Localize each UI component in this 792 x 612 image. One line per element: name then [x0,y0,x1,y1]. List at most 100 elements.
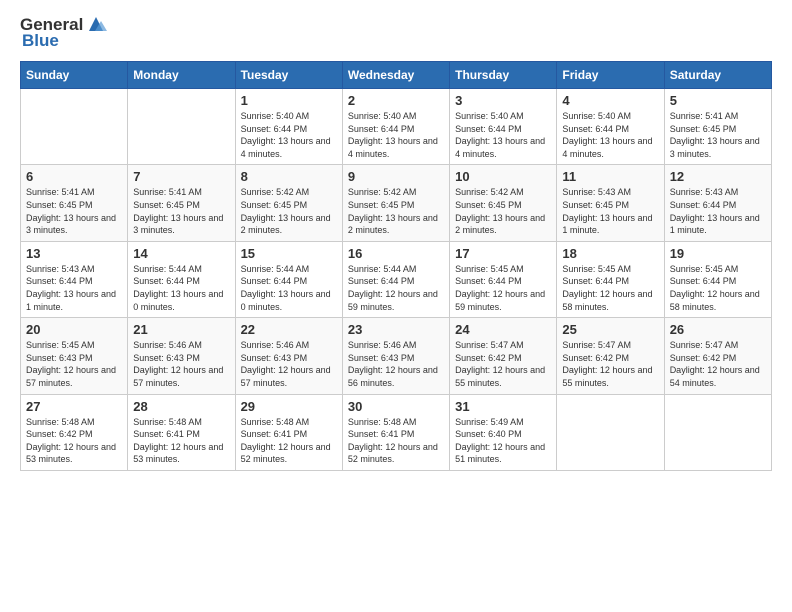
calendar-cell: 13 Sunrise: 5:43 AM Sunset: 6:44 PM Dayli… [21,241,128,317]
day-number: 30 [348,399,444,414]
calendar-cell: 15 Sunrise: 5:44 AM Sunset: 6:44 PM Dayli… [235,241,342,317]
day-info: Sunrise: 5:48 AM Sunset: 6:41 PM Dayligh… [241,416,337,466]
calendar-cell: 22 Sunrise: 5:46 AM Sunset: 6:43 PM Dayli… [235,318,342,394]
day-info: Sunrise: 5:43 AM Sunset: 6:45 PM Dayligh… [562,186,658,236]
day-info: Sunrise: 5:49 AM Sunset: 6:40 PM Dayligh… [455,416,551,466]
weekday-header: Thursday [450,62,557,89]
calendar-cell: 12Sunrise: 5:43 AM Sunset: 6:44 PM Dayli… [664,165,771,241]
day-info: Sunrise: 5:46 AM Sunset: 6:43 PM Dayligh… [241,339,337,389]
weekday-header: Saturday [664,62,771,89]
logo-blue: Blue [22,31,59,51]
day-number: 16 [348,246,444,261]
day-info: Sunrise: 5:41 AM Sunset: 6:45 PM Dayligh… [133,186,229,236]
day-info: Sunrise: 5:47 AM Sunset: 6:42 PM Dayligh… [455,339,551,389]
day-number: 22 [241,322,337,337]
day-number: 9 [348,169,444,184]
calendar-cell: 11 Sunrise: 5:43 AM Sunset: 6:45 PM Dayli… [557,165,664,241]
weekday-header: Monday [128,62,235,89]
day-info: Sunrise: 5:48 AM Sunset: 6:41 PM Dayligh… [348,416,444,466]
calendar-cell: 3Sunrise: 5:40 AM Sunset: 6:44 PM Daylig… [450,89,557,165]
day-info: Sunrise: 5:47 AM Sunset: 6:42 PM Dayligh… [670,339,766,389]
calendar-cell: 5 Sunrise: 5:41 AM Sunset: 6:45 PM Daylig… [664,89,771,165]
day-info: Sunrise: 5:43 AM Sunset: 6:44 PM Dayligh… [26,263,122,313]
day-number: 23 [348,322,444,337]
day-number: 12 [670,169,766,184]
calendar-cell [557,394,664,470]
calendar-cell: 20 Sunrise: 5:45 AM Sunset: 6:43 PM Dayli… [21,318,128,394]
day-info: Sunrise: 5:45 AM Sunset: 6:44 PM Dayligh… [562,263,658,313]
calendar-cell: 8 Sunrise: 5:42 AM Sunset: 6:45 PM Daylig… [235,165,342,241]
calendar-cell [21,89,128,165]
day-number: 2 [348,93,444,108]
day-info: Sunrise: 5:44 AM Sunset: 6:44 PM Dayligh… [241,263,337,313]
calendar-cell: 14 Sunrise: 5:44 AM Sunset: 6:44 PM Dayli… [128,241,235,317]
calendar-cell: 31 Sunrise: 5:49 AM Sunset: 6:40 PM Dayli… [450,394,557,470]
day-number: 14 [133,246,229,261]
calendar-cell: 27 Sunrise: 5:48 AM Sunset: 6:42 PM Dayli… [21,394,128,470]
day-number: 11 [562,169,658,184]
day-info: Sunrise: 5:40 AM Sunset: 6:44 PM Dayligh… [562,110,658,160]
day-number: 17 [455,246,551,261]
day-number: 4 [562,93,658,108]
day-number: 6 [26,169,122,184]
day-info: Sunrise: 5:48 AM Sunset: 6:41 PM Dayligh… [133,416,229,466]
day-info: Sunrise: 5:46 AM Sunset: 6:43 PM Dayligh… [348,339,444,389]
day-number: 5 [670,93,766,108]
day-info: Sunrise: 5:40 AM Sunset: 6:44 PM Dayligh… [348,110,444,160]
day-number: 21 [133,322,229,337]
calendar-cell: 19 Sunrise: 5:45 AM Sunset: 6:44 PM Dayli… [664,241,771,317]
day-number: 13 [26,246,122,261]
day-info: Sunrise: 5:45 AM Sunset: 6:44 PM Dayligh… [670,263,766,313]
calendar-cell: 9 Sunrise: 5:42 AM Sunset: 6:45 PM Daylig… [342,165,449,241]
calendar-cell: 18 Sunrise: 5:45 AM Sunset: 6:44 PM Dayli… [557,241,664,317]
calendar-cell: 25Sunrise: 5:47 AM Sunset: 6:42 PM Dayli… [557,318,664,394]
calendar-cell: 6 Sunrise: 5:41 AM Sunset: 6:45 PM Daylig… [21,165,128,241]
day-info: Sunrise: 5:44 AM Sunset: 6:44 PM Dayligh… [133,263,229,313]
day-info: Sunrise: 5:45 AM Sunset: 6:44 PM Dayligh… [455,263,551,313]
day-info: Sunrise: 5:48 AM Sunset: 6:42 PM Dayligh… [26,416,122,466]
calendar-cell: 21 Sunrise: 5:46 AM Sunset: 6:43 PM Dayli… [128,318,235,394]
day-number: 25 [562,322,658,337]
day-info: Sunrise: 5:42 AM Sunset: 6:45 PM Dayligh… [241,186,337,236]
day-number: 19 [670,246,766,261]
weekday-header: Friday [557,62,664,89]
calendar-cell: 16 Sunrise: 5:44 AM Sunset: 6:44 PM Dayli… [342,241,449,317]
calendar-cell: 2 Sunrise: 5:40 AM Sunset: 6:44 PM Daylig… [342,89,449,165]
calendar-cell: 24 Sunrise: 5:47 AM Sunset: 6:42 PM Dayli… [450,318,557,394]
day-number: 29 [241,399,337,414]
day-number: 10 [455,169,551,184]
calendar-cell: 10 Sunrise: 5:42 AM Sunset: 6:45 PM Dayli… [450,165,557,241]
day-number: 26 [670,322,766,337]
day-info: Sunrise: 5:42 AM Sunset: 6:45 PM Dayligh… [455,186,551,236]
calendar-cell [664,394,771,470]
weekday-header: Sunday [21,62,128,89]
day-number: 27 [26,399,122,414]
calendar-cell: 23 Sunrise: 5:46 AM Sunset: 6:43 PM Dayli… [342,318,449,394]
calendar-cell: 28 Sunrise: 5:48 AM Sunset: 6:41 PM Dayli… [128,394,235,470]
day-number: 24 [455,322,551,337]
day-number: 3 [455,93,551,108]
calendar-cell [128,89,235,165]
calendar-cell: 1Sunrise: 5:40 AM Sunset: 6:44 PM Daylig… [235,89,342,165]
logo: General Blue [20,15,107,51]
day-info: Sunrise: 5:45 AM Sunset: 6:43 PM Dayligh… [26,339,122,389]
day-number: 8 [241,169,337,184]
day-number: 31 [455,399,551,414]
calendar-table: SundayMondayTuesdayWednesdayThursdayFrid… [20,61,772,471]
day-info: Sunrise: 5:41 AM Sunset: 6:45 PM Dayligh… [26,186,122,236]
day-number: 28 [133,399,229,414]
day-info: Sunrise: 5:41 AM Sunset: 6:45 PM Dayligh… [670,110,766,160]
logo-icon [85,13,107,35]
weekday-header: Tuesday [235,62,342,89]
day-info: Sunrise: 5:44 AM Sunset: 6:44 PM Dayligh… [348,263,444,313]
header: General Blue [20,15,772,51]
calendar-cell: 30 Sunrise: 5:48 AM Sunset: 6:41 PM Dayli… [342,394,449,470]
day-number: 20 [26,322,122,337]
calendar-cell: 7Sunrise: 5:41 AM Sunset: 6:45 PM Daylig… [128,165,235,241]
weekday-header: Wednesday [342,62,449,89]
day-info: Sunrise: 5:46 AM Sunset: 6:43 PM Dayligh… [133,339,229,389]
day-number: 18 [562,246,658,261]
day-info: Sunrise: 5:42 AM Sunset: 6:45 PM Dayligh… [348,186,444,236]
day-number: 15 [241,246,337,261]
calendar-cell: 4 Sunrise: 5:40 AM Sunset: 6:44 PM Daylig… [557,89,664,165]
